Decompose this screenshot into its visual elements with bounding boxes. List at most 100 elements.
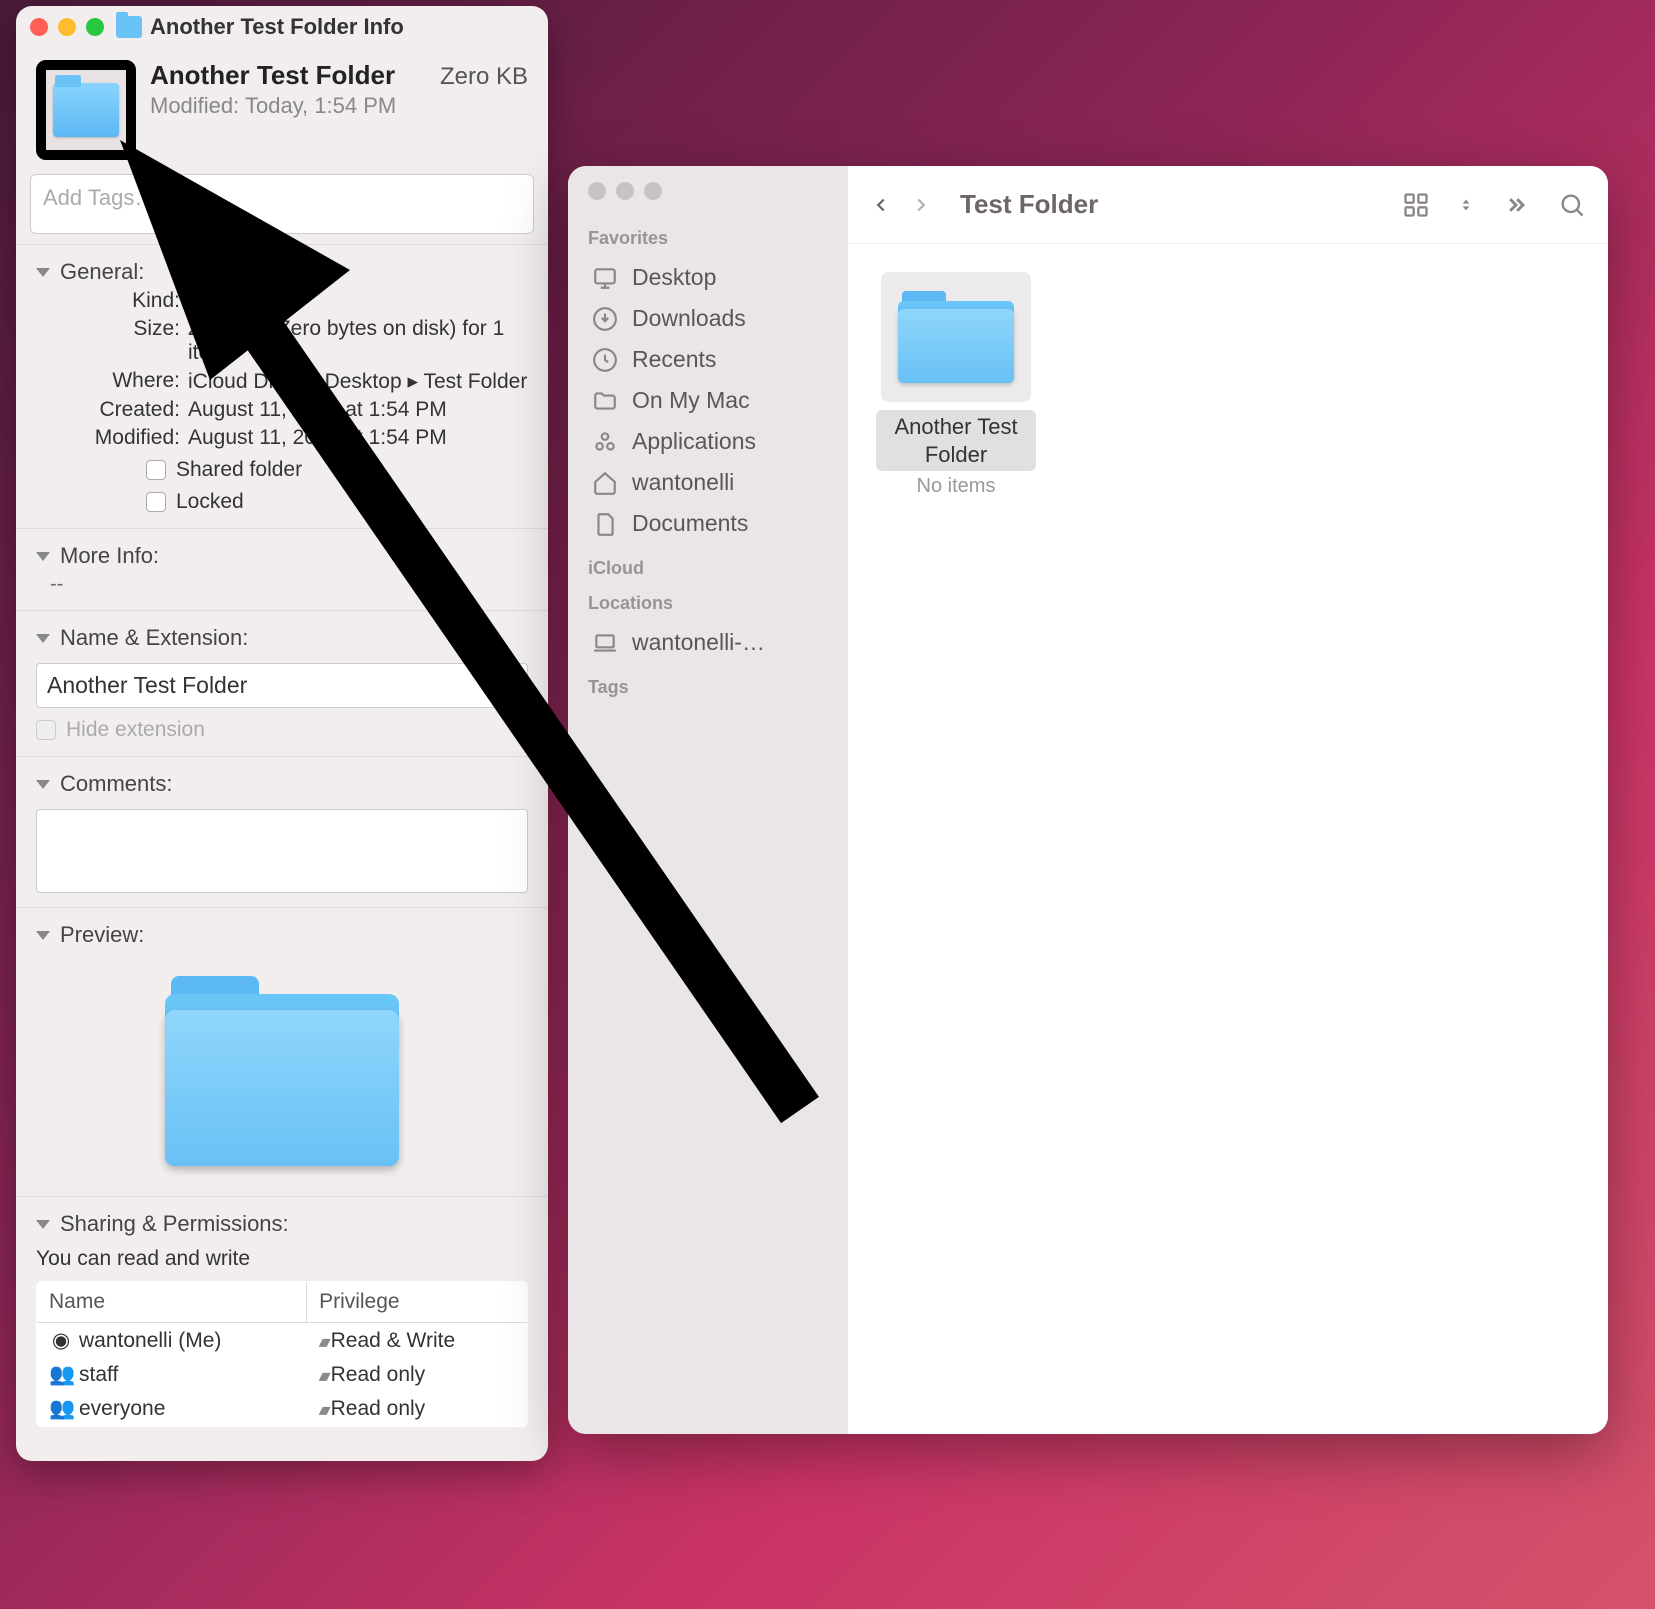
folder-icon: [116, 16, 142, 38]
table-row[interactable]: 👥everyone ▴▾Read only: [37, 1392, 528, 1427]
traffic-lights: [30, 18, 104, 36]
chevron-down-icon: [36, 780, 50, 789]
item-size: Zero KB: [440, 63, 528, 91]
person-icon: ◉: [49, 1328, 73, 1353]
finder-main: Test Folder Ano: [848, 166, 1608, 1434]
section-header-general[interactable]: General:: [36, 255, 528, 289]
sidebar-item-home[interactable]: wantonelli: [582, 462, 834, 503]
get-info-window: Another Test Folder Info Another Test Fo…: [16, 6, 548, 1461]
sidebar-item-label: Applications: [632, 428, 756, 455]
locked-row[interactable]: Locked: [146, 490, 528, 514]
kind-label: Kind:: [50, 289, 180, 313]
checkbox-icon[interactable]: [146, 460, 166, 480]
sidebar-item-applications[interactable]: Applications: [582, 421, 834, 462]
shared-folder-row[interactable]: Shared folder: [146, 458, 528, 482]
forward-button[interactable]: [910, 194, 932, 216]
updown-icon[interactable]: ▴▾: [319, 1402, 327, 1419]
section-header-preview[interactable]: Preview:: [36, 918, 528, 952]
sidebar-item-label: On My Mac: [632, 387, 750, 414]
tags-input[interactable]: Add Tags…: [30, 174, 534, 234]
download-icon: [592, 306, 618, 332]
back-button[interactable]: [870, 194, 892, 216]
col-privilege: Privilege: [307, 1282, 528, 1323]
section-header-comments[interactable]: Comments:: [36, 767, 528, 801]
section-header-sharing[interactable]: Sharing & Permissions:: [36, 1207, 528, 1241]
modified-value: August 11, 2021 at 1:54 PM: [188, 426, 528, 450]
sidebar-item-documents[interactable]: Documents: [582, 503, 834, 544]
sidebar-item-on-my-mac[interactable]: On My Mac: [582, 380, 834, 421]
section-header-more-info[interactable]: More Info:: [36, 539, 528, 573]
view-options-button[interactable]: [1402, 191, 1430, 219]
hide-extension-row: Hide extension: [36, 718, 528, 742]
created-label: Created:: [50, 398, 180, 422]
header-icon-highlight[interactable]: [36, 60, 136, 160]
minimize-icon[interactable]: [58, 18, 76, 36]
sidebar-item-desktop[interactable]: Desktop: [582, 257, 834, 298]
sidebar-item-location[interactable]: wantonelli-…: [582, 622, 834, 663]
section-header-name-ext[interactable]: Name & Extension:: [36, 621, 528, 655]
sidebar-item-label: Desktop: [632, 264, 716, 291]
zoom-icon[interactable]: [644, 182, 662, 200]
col-name: Name: [37, 1282, 307, 1323]
perm-priv[interactable]: Read only: [331, 1363, 426, 1386]
zoom-icon[interactable]: [86, 18, 104, 36]
close-icon[interactable]: [588, 182, 606, 200]
perm-name: everyone: [79, 1397, 165, 1420]
comments-input[interactable]: [36, 809, 528, 893]
finder-title: Test Folder: [960, 189, 1384, 220]
created-value: August 11, 2021 at 1:54 PM: [188, 398, 528, 422]
more-info-value: --: [36, 573, 528, 596]
folder-icon: [592, 388, 618, 414]
perm-priv[interactable]: Read only: [331, 1397, 426, 1420]
section-more-info: More Info: --: [16, 528, 548, 610]
updown-icon[interactable]: ▴▾: [319, 1368, 327, 1385]
info-titlebar[interactable]: Another Test Folder Info: [16, 6, 548, 48]
item-name: Another Test Folder: [150, 60, 395, 91]
minimize-icon[interactable]: [616, 182, 634, 200]
section-sharing: Sharing & Permissions: You can read and …: [16, 1196, 548, 1441]
perm-name: wantonelli (Me): [79, 1329, 221, 1352]
name-extension-input[interactable]: [36, 663, 528, 708]
sidebar-item-recents[interactable]: Recents: [582, 339, 834, 380]
size-value: Zero KB (Zero bytes on disk) for 1 item: [188, 317, 528, 365]
sidebar-item-label: Recents: [632, 346, 716, 373]
sidebar-item-label: Documents: [632, 510, 748, 537]
section-preview: Preview:: [16, 907, 548, 1196]
more-button[interactable]: [1502, 191, 1530, 219]
locked-label: Locked: [176, 490, 244, 514]
home-icon: [592, 470, 618, 496]
search-icon[interactable]: [1558, 191, 1586, 219]
sidebar-heading-locations: Locations: [588, 593, 828, 614]
desktop-icon: [592, 265, 618, 291]
table-row[interactable]: 👥staff ▴▾Read only: [37, 1358, 528, 1392]
updown-icon[interactable]: ▴▾: [319, 1334, 327, 1351]
shared-folder-label: Shared folder: [176, 458, 302, 482]
list-item[interactable]: Another Test Folder No items: [876, 272, 1036, 498]
finder-content[interactable]: Another Test Folder No items: [848, 244, 1608, 1434]
updown-icon[interactable]: [1458, 191, 1474, 219]
sidebar-item-label: wantonelli: [632, 469, 734, 496]
folder-icon: [53, 83, 119, 137]
where-value: iCloud Drive ▸ Desktop ▸ Test Folder: [188, 369, 528, 394]
chevron-down-icon: [36, 931, 50, 940]
sidebar-heading-tags: Tags: [588, 677, 828, 698]
section-comments: Comments:: [16, 756, 548, 907]
hide-extension-label: Hide extension: [66, 718, 205, 742]
sidebar-item-label: Downloads: [632, 305, 746, 332]
file-name[interactable]: Another Test Folder: [876, 410, 1036, 471]
group-icon: 👥: [49, 1363, 73, 1387]
file-subtitle: No items: [876, 475, 1036, 498]
checkbox-icon: [36, 720, 56, 740]
finder-toolbar: Test Folder: [848, 166, 1608, 244]
section-name-ext: Name & Extension: Hide extension: [16, 610, 548, 756]
table-row[interactable]: ◉ wantonelli (Me) ▴▾Read & Write: [37, 1323, 528, 1359]
apps-icon: [592, 429, 618, 455]
kind-value: Folder: [188, 289, 528, 313]
traffic-lights-inactive: [582, 182, 822, 200]
checkbox-icon[interactable]: [146, 492, 166, 512]
item-modified: Modified: Today, 1:54 PM: [150, 93, 528, 119]
perm-priv[interactable]: Read & Write: [331, 1329, 456, 1352]
doc-icon: [592, 511, 618, 537]
sidebar-item-downloads[interactable]: Downloads: [582, 298, 834, 339]
close-icon[interactable]: [30, 18, 48, 36]
